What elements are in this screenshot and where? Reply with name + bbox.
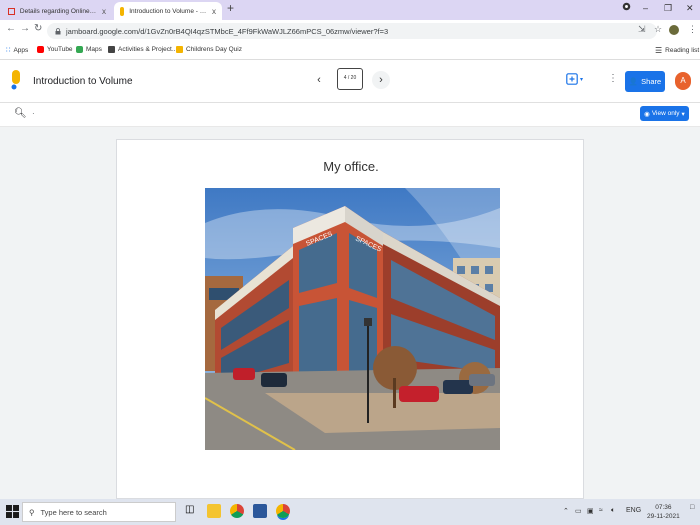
bookmarks-bar: ∷ Apps YouTube Maps Activities & Project… (0, 42, 700, 60)
reading-list[interactable]: ☰ Reading list (655, 46, 699, 55)
frame-indicator: 4 / 20 (343, 75, 357, 81)
install-icon[interactable]: ⇲ (638, 24, 646, 35)
canvas-area: My office. SPACES SPACES (0, 127, 700, 499)
taskbar-search[interactable]: ⚲ Type here to search (22, 502, 176, 522)
bookmark-label: YouTube (47, 46, 73, 53)
next-frame-button[interactable]: › (372, 71, 390, 89)
taskbar: ⚲ Type here to search ◫ ⌃ ▭ ▣ ≈ 🔈︎ ENG 0… (0, 499, 700, 525)
extension-icon[interactable] (669, 25, 679, 35)
tray-chevron-icon[interactable]: ⌃ (563, 507, 569, 515)
gmail-icon (8, 7, 15, 15)
frame-title: My office. (323, 159, 379, 174)
close-icon[interactable]: x (102, 7, 106, 16)
zoom-dropdown[interactable]: · (32, 109, 35, 118)
forward-icon[interactable]: → (20, 23, 30, 34)
network-icon[interactable]: ▭ (575, 507, 582, 515)
person-icon: 👤 (628, 77, 639, 86)
task-view-icon[interactable]: ◫ (185, 504, 199, 518)
file-explorer-icon[interactable] (207, 504, 221, 518)
office-building-photo: SPACES SPACES (205, 188, 500, 450)
word-icon[interactable] (253, 504, 267, 518)
tab-strip: Details regarding Online Session x Intro… (0, 0, 700, 20)
chrome-icon[interactable] (230, 504, 244, 518)
search-icon: ⚲ (29, 507, 35, 517)
clock-time: 07:36 (655, 504, 672, 511)
jamboard-logo-icon (11, 70, 20, 90)
tab-label: Introduction to Volume - Google (129, 7, 207, 15)
volume-icon[interactable]: 🔈︎ (611, 507, 615, 515)
clock-date: 29-11-2021 (647, 513, 680, 520)
frame-bar-button[interactable]: 4 / 20 (337, 68, 363, 90)
window-close-icon[interactable]: ✕ (686, 3, 694, 14)
bookmark-apps[interactable]: ∷ Apps (6, 46, 29, 55)
jam-frame[interactable]: My office. SPACES SPACES (116, 139, 584, 499)
tab-label: Details regarding Online Session (19, 7, 97, 15)
maximize-icon[interactable]: ❐ (664, 3, 672, 14)
bookmark-maps[interactable]: Maps (76, 46, 102, 53)
previous-frame-button[interactable]: ‹ (310, 71, 328, 89)
lock-icon (55, 27, 61, 34)
chevron-down-icon: ▾ (681, 110, 685, 118)
bookmark-quiz[interactable]: Childrens Day Quiz (176, 46, 242, 53)
bookmark-label: Maps (86, 46, 102, 53)
bookmark-label: Childrens Day Quiz (186, 46, 242, 53)
bookmark-activities[interactable]: Activities & Project... (108, 46, 177, 53)
minimize-icon[interactable]: – (643, 3, 648, 13)
view-only-label: View only (651, 110, 680, 117)
address-row: ← → ↻ jamboard.google.com/d/1GvZn0rB4QI4… (0, 20, 700, 42)
battery-icon[interactable]: ▣ (587, 507, 594, 515)
clock[interactable]: 07:36 29-11-2021 (647, 503, 680, 521)
windows-start-icon[interactable] (6, 505, 19, 518)
jamboard-icon (120, 6, 125, 16)
back-icon[interactable]: ← (6, 23, 16, 34)
folder-icon (176, 46, 183, 53)
zoom-icon[interactable]: 🔍︎ (14, 108, 27, 119)
tab-gmail[interactable]: Details regarding Online Session x (2, 2, 112, 20)
view-only-button[interactable]: ◉ View only ▾ (640, 106, 689, 121)
add-to-drive-button[interactable]: ▾ (566, 73, 588, 89)
reload-icon[interactable]: ↻ (34, 23, 42, 34)
bookmark-label: Activities & Project... (118, 46, 178, 53)
add-frame-icon (566, 73, 578, 85)
bookmark-label: Apps (13, 46, 29, 54)
chevron-down-icon: ▾ (580, 77, 584, 83)
more-options-icon[interactable]: ⋮ (608, 73, 618, 84)
toolbar: 🔍︎ · ◉ View only ▾ (0, 103, 700, 127)
youtube-icon (37, 46, 44, 53)
notification-icon[interactable]: □ (690, 504, 694, 511)
bookmark-star-icon[interactable]: ☆ (654, 24, 662, 35)
new-tab-button[interactable]: + (227, 1, 234, 15)
avatar[interactable]: A (675, 72, 691, 90)
chrome-active-icon[interactable] (276, 504, 290, 518)
tab-jamboard[interactable]: Introduction to Volume - Google x (114, 2, 222, 20)
eye-icon: ◉ (644, 110, 650, 118)
menu-kebab-icon[interactable]: ⋮ (688, 24, 697, 35)
url-text: jamboard.google.com/d/1GvZn0rB4QI4qzSTMb… (66, 26, 389, 36)
reading-list-label: Reading list (665, 47, 700, 54)
close-icon[interactable]: x (212, 7, 216, 16)
document-title[interactable]: Introduction to Volume (33, 76, 133, 87)
search-placeholder: Type here to search (40, 507, 107, 517)
profile-icon[interactable] (622, 2, 631, 13)
address-bar[interactable]: jamboard.google.com/d/1GvZn0rB4QI4qzSTMb… (47, 23, 657, 39)
language-indicator[interactable]: ENG (626, 507, 641, 514)
wifi-icon[interactable]: ≈ (599, 507, 603, 514)
wordwall-icon (108, 46, 115, 53)
share-label: Share (641, 77, 662, 86)
app-header: Introduction to Volume ‹ 4 / 20 › ▾ ⋮ 👤 … (0, 60, 700, 103)
reading-list-icon: ☰ (655, 46, 663, 55)
bookmark-youtube[interactable]: YouTube (37, 46, 73, 53)
apps-grid-icon: ∷ (6, 47, 11, 54)
share-button[interactable]: 👤 Share (625, 71, 665, 92)
maps-icon (76, 46, 83, 53)
